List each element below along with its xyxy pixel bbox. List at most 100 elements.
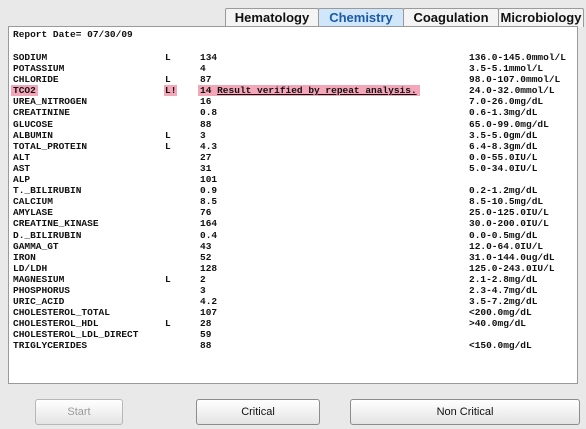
reference-range: 0.6-1.3mg/dL — [469, 107, 538, 119]
reference-range: 2.3-4.7mg/dL — [469, 284, 538, 296]
result-row: ALBUMIN L 3 3.5-5.0gm/dL — [9, 130, 577, 141]
reference-range: 0.0-55.0IU/L — [469, 151, 538, 163]
test-name: URIC_ACID — [13, 296, 65, 308]
results-panel: Report Date= 07/30/09 SODIUM L 134 136.0-14… — [8, 26, 578, 384]
start-button[interactable]: Start — [35, 399, 123, 425]
critical-button[interactable]: Critical — [196, 399, 320, 425]
result-value-cell: 0.9 — [200, 185, 217, 196]
result-value: 52 — [200, 251, 212, 263]
result-row: CREATINE_KINASE 164 30.0-200.0IU/L — [9, 218, 577, 229]
result-row: TCO2 L! 14 Result verified by repeat analy… — [9, 85, 577, 97]
result-value-cell: 28 — [200, 318, 211, 329]
result-value: 0.4 — [200, 229, 218, 241]
tab-microbiology[interactable]: Microbiology — [498, 8, 584, 27]
reference-range: >40.0mg/dL — [469, 318, 527, 330]
result-value: 87 — [200, 74, 212, 86]
test-name: AMYLASE — [13, 207, 53, 219]
result-row: SODIUM L 134 136.0-145.0mmol/L — [9, 52, 577, 63]
reference-range: 12.0-64.0IU/L — [469, 240, 544, 252]
result-value: 31 — [200, 162, 212, 174]
result-row: URIC_ACID 4.2 3.5-7.2mg/dL — [9, 296, 577, 307]
test-name: TOTAL_PROTEIN — [13, 140, 88, 152]
test-name: CHOLESTEROL_LDL_DIRECT — [13, 329, 139, 341]
result-value-cell: 31 — [200, 163, 211, 174]
abnormal-flag: L — [165, 74, 171, 86]
result-value: 43 — [200, 240, 212, 252]
result-value-cell: 3 — [200, 285, 206, 296]
result-value: 3 — [200, 284, 206, 296]
test-name: GLUCOSE — [13, 118, 53, 130]
test-name: AST — [13, 162, 31, 174]
test-name: CHOLESTEROL_TOTAL — [13, 307, 110, 319]
result-value: 164 — [200, 218, 218, 230]
test-name: CHLORIDE — [13, 74, 59, 86]
reference-range: 3.5-5.1mmol/L — [469, 63, 544, 75]
reference-range: 65.0-99.0mg/dL — [469, 118, 549, 130]
reference-range: 0.2-1.2mg/dL — [469, 185, 538, 197]
reference-range: 6.4-8.3gm/dL — [469, 140, 538, 152]
reference-range: 0.0-0.5mg/dL — [469, 229, 538, 241]
result-value: 2 — [200, 273, 206, 285]
test-name: UREA_NITROGEN — [13, 96, 88, 108]
reference-range: 31.0-144.0ug/dL — [469, 251, 555, 263]
result-value-cell: 16 — [200, 96, 211, 107]
result-value: 16 — [200, 96, 212, 108]
test-name: CREATININE — [13, 107, 71, 119]
reference-range: 2.1-2.8mg/dL — [469, 273, 538, 285]
tab-chemistry[interactable]: Chemistry — [318, 8, 404, 27]
reference-range: 24.0-32.0mmol/L — [469, 85, 555, 97]
result-value: 4 — [200, 63, 206, 75]
test-name: IRON — [13, 251, 36, 263]
result-value-cell: 88 — [200, 340, 211, 351]
result-value-cell: 4.3 — [200, 141, 217, 152]
result-row: CALCIUM 8.5 8.5-10.5mg/dL — [9, 196, 577, 207]
result-value-cell: 8.5 — [200, 196, 217, 207]
result-value: 134 — [200, 52, 218, 63]
result-value-cell: 164 — [200, 218, 217, 229]
result-row: GAMMA_GT 43 12.0-64.0IU/L — [9, 241, 577, 252]
test-name: T._BILIRUBIN — [13, 185, 82, 197]
department-tabs: Hematology Chemistry Coagulation Microbi… — [0, 8, 586, 28]
result-value: 3 — [200, 129, 206, 141]
result-row: CREATININE 0.8 0.6-1.3mg/dL — [9, 107, 577, 118]
result-row: POTASSIUM 4 3.5-5.1mmol/L — [9, 63, 577, 74]
reference-range: <150.0mg/dL — [469, 340, 532, 352]
result-row: IRON 52 31.0-144.0ug/dL — [9, 252, 577, 263]
reference-range: 3.5-5.0gm/dL — [469, 129, 538, 141]
result-value: 76 — [200, 207, 212, 219]
tab-hematology[interactable]: Hematology — [225, 8, 319, 27]
reference-range: <200.0mg/dL — [469, 307, 532, 319]
result-row: AST 31 5.0-34.0IU/L — [9, 163, 577, 174]
result-row: D._BILIRUBIN 0.4 0.0-0.5mg/dL — [9, 230, 577, 241]
result-value-cell: 2 — [200, 274, 206, 285]
result-row: MAGNESIUM L 2 2.1-2.8mg/dL — [9, 274, 577, 285]
abnormal-flag: L — [165, 140, 171, 152]
result-value-cell: 0.4 — [200, 230, 217, 241]
result-row: T._BILIRUBIN 0.9 0.2-1.2mg/dL — [9, 185, 577, 196]
test-name: CREATINE_KINASE — [13, 218, 99, 230]
result-value-cell: 27 — [200, 152, 211, 163]
test-name: SODIUM — [13, 52, 48, 63]
tab-coagulation[interactable]: Coagulation — [403, 8, 499, 27]
result-row: UREA_NITROGEN 16 7.0-26.0mg/dL — [9, 96, 577, 107]
result-value: 0.9 — [200, 185, 218, 197]
result-value: 88 — [200, 118, 212, 130]
test-name: ALP — [13, 174, 31, 186]
result-row: ALP 101 — [9, 174, 577, 185]
non-critical-button[interactable]: Non Critical — [350, 399, 580, 425]
abnormal-flag: L — [165, 129, 171, 141]
result-value-cell: 43 — [200, 241, 211, 252]
result-value-cell: 134 — [200, 52, 217, 63]
result-row: CHOLESTEROL_HDL L 28 >40.0mg/dL — [9, 318, 577, 329]
result-value: 4.2 — [200, 296, 218, 308]
abnormal-flag: L — [165, 273, 171, 285]
test-name: TCO2 — [11, 85, 38, 97]
result-value: 59 — [200, 329, 212, 341]
result-value-cell: 76 — [200, 207, 211, 218]
result-row: TOTAL_PROTEIN L 4.3 6.4-8.3gm/dL — [9, 141, 577, 152]
test-name: GAMMA_GT — [13, 240, 59, 252]
abnormal-flag: L — [165, 52, 171, 63]
reference-range: 5.0-34.0IU/L — [469, 162, 538, 174]
result-comment: Result verified by repeat analysis. — [217, 85, 417, 97]
reference-range: 125.0-243.0IU/L — [469, 262, 555, 274]
